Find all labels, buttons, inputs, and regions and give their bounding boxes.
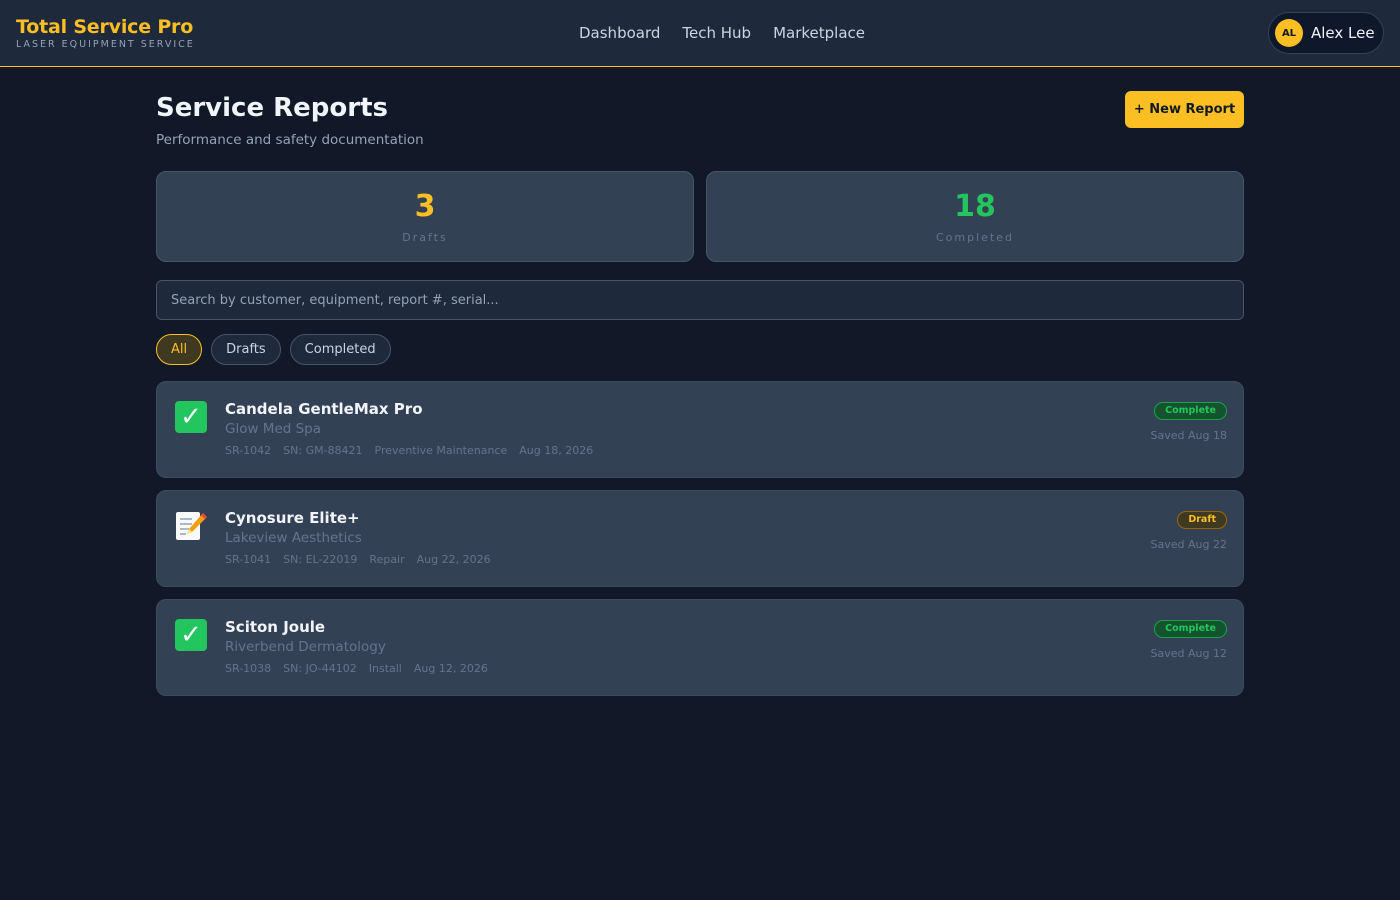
brand-title: Total Service Pro [16, 16, 194, 38]
report-type: Preventive Maintenance [374, 444, 508, 457]
filter-chips: All Drafts Completed [156, 334, 1244, 365]
report-card[interactable]: Cynosure Elite+ Lakeview Aesthetics SR-1… [156, 490, 1244, 587]
report-status-area: Complete Saved Aug 18 [1151, 398, 1227, 442]
main-content: Service Reports Performance and safety d… [156, 67, 1244, 696]
nav-tech-hub[interactable]: Tech Hub [671, 24, 762, 42]
top-bar: Total Service Pro LASER EQUIPMENT SERVIC… [0, 0, 1400, 67]
report-serial: SN: GM-88421 [283, 444, 363, 457]
stat-completed[interactable]: 18 Completed [706, 171, 1244, 262]
page-subtitle: Performance and safety documentation [156, 132, 424, 148]
report-type: Repair [369, 553, 405, 566]
report-date: Aug 12, 2026 [413, 662, 488, 675]
stat-completed-value: 18 [954, 189, 996, 224]
report-serial: SN: JO-44102 [283, 662, 357, 675]
filter-drafts[interactable]: Drafts [211, 334, 281, 365]
status-badge: Draft [1177, 511, 1227, 529]
avatar: AL [1275, 19, 1303, 47]
report-saved: Saved Aug 22 [1150, 538, 1227, 551]
report-meta: SR-1038 SN: JO-44102 Install Aug 12, 202… [225, 662, 488, 675]
brand[interactable]: Total Service Pro LASER EQUIPMENT SERVIC… [16, 16, 195, 50]
report-customer: Lakeview Aesthetics [225, 530, 362, 546]
stats-row: 3 Drafts 18 Completed [156, 171, 1244, 262]
report-id: SR-1041 [225, 553, 272, 566]
new-report-button[interactable]: + New Report [1125, 91, 1244, 128]
report-list: ✓ Candela GentleMax Pro Glow Med Spa SR-… [156, 381, 1244, 696]
stat-completed-label: Completed [936, 231, 1014, 244]
main-nav: Dashboard Tech Hub Marketplace [568, 0, 876, 66]
report-meta: SR-1041 SN: EL-22019 Repair Aug 22, 2026 [225, 553, 491, 566]
report-customer: Riverbend Dermatology [225, 639, 386, 655]
report-meta: SR-1042 SN: GM-88421 Preventive Maintena… [225, 444, 593, 457]
brand-subtitle: LASER EQUIPMENT SERVICE [16, 39, 195, 50]
report-equipment: Candela GentleMax Pro [225, 400, 423, 418]
report-card[interactable]: ✓ Candela GentleMax Pro Glow Med Spa SR-… [156, 381, 1244, 478]
report-card-body: Cynosure Elite+ Lakeview Aesthetics SR-1… [225, 508, 491, 566]
report-customer: Glow Med Spa [225, 421, 322, 437]
report-card[interactable]: ✓ Sciton Joule Riverbend Dermatology SR-… [156, 599, 1244, 696]
stat-drafts-value: 3 [414, 189, 436, 224]
user-menu[interactable]: AL Alex Lee [1268, 12, 1384, 54]
report-card-body: Sciton Joule Riverbend Dermatology SR-10… [225, 617, 488, 675]
status-badge: Complete [1154, 402, 1227, 420]
stat-drafts-label: Drafts [402, 231, 448, 244]
status-badge: Complete [1154, 620, 1227, 638]
report-type: Install [368, 662, 402, 675]
user-name: Alex Lee [1311, 24, 1375, 42]
check-icon: ✓ [174, 400, 208, 434]
report-date: Aug 18, 2026 [519, 444, 594, 457]
report-id: SR-1042 [225, 444, 272, 457]
check-icon: ✓ [174, 618, 208, 652]
report-serial: SN: EL-22019 [283, 553, 358, 566]
stat-drafts[interactable]: 3 Drafts [156, 171, 694, 262]
nav-marketplace[interactable]: Marketplace [762, 24, 876, 42]
search-input[interactable] [156, 280, 1244, 320]
report-status-area: Complete Saved Aug 12 [1151, 616, 1227, 660]
report-card-body: Candela GentleMax Pro Glow Med Spa SR-10… [225, 399, 593, 457]
nav-dashboard[interactable]: Dashboard [568, 24, 671, 42]
filter-completed[interactable]: Completed [289, 334, 391, 365]
report-id: SR-1038 [225, 662, 272, 675]
report-date: Aug 22, 2026 [416, 553, 491, 566]
report-saved: Saved Aug 12 [1150, 647, 1227, 660]
memo-icon [174, 509, 208, 543]
report-status-area: Draft Saved Aug 22 [1151, 507, 1227, 551]
report-equipment: Sciton Joule [225, 618, 326, 636]
filter-all[interactable]: All [156, 334, 203, 365]
page-title: Service Reports [156, 93, 388, 123]
report-saved: Saved Aug 18 [1150, 429, 1227, 442]
report-equipment: Cynosure Elite+ [225, 509, 360, 527]
